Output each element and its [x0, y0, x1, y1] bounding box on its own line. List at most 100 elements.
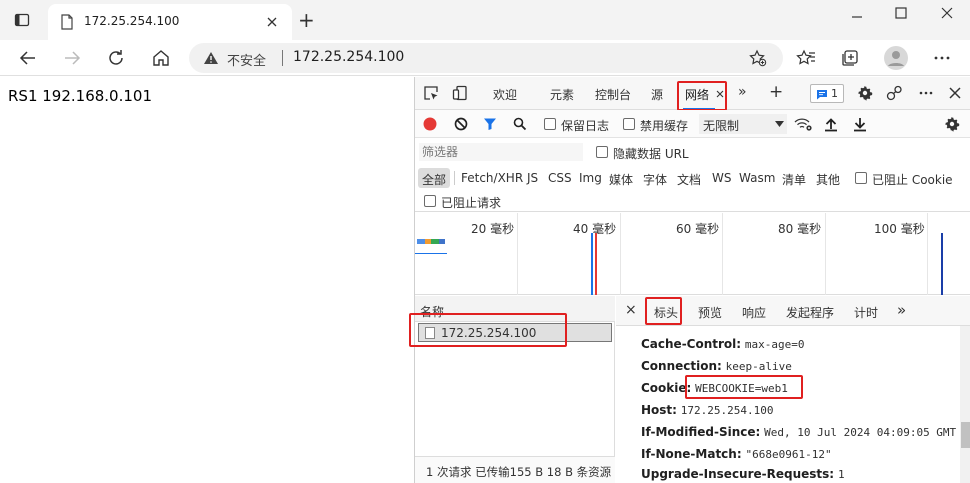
export-har-icon[interactable] [853, 116, 867, 132]
tab-response[interactable]: 响应 [742, 304, 766, 321]
throttle-select[interactable]: 无限制 [699, 114, 787, 134]
column-name-header[interactable]: 名称 [420, 303, 444, 320]
type-filter-ws[interactable]: WS [712, 171, 731, 185]
filter-input[interactable]: 筛选器 [419, 143, 583, 161]
more-details-tabs-button[interactable]: » [897, 301, 906, 319]
header-row: If-None-Match: "668e0961-12" [641, 447, 832, 461]
clear-icon[interactable] [454, 117, 468, 131]
chevron-down-icon [775, 121, 784, 127]
collections-icon[interactable] [840, 48, 860, 68]
blocked-requests-row: 已阻止请求 [415, 190, 970, 212]
timeline-overview[interactable]: 20 毫秒 40 毫秒 60 毫秒 80 毫秒 100 毫秒 [415, 213, 970, 295]
type-filter-manifest[interactable]: 清单 [782, 171, 806, 188]
type-filter-other[interactable]: 其他 [816, 171, 840, 188]
bar-segment-wait [431, 239, 439, 244]
add-favorite-icon[interactable] [749, 49, 767, 67]
record-icon[interactable] [423, 117, 437, 131]
disable-cache-checkbox[interactable] [623, 118, 635, 130]
issues-count: 1 [831, 87, 838, 100]
home-icon[interactable] [151, 48, 171, 68]
issues-badge[interactable]: 1 [810, 84, 844, 103]
filter-icon[interactable] [483, 117, 497, 131]
document-icon [425, 327, 435, 339]
type-filter-doc[interactable]: 文档 [677, 171, 701, 188]
throttle-value: 无限制 [703, 119, 740, 133]
page-body-text: RS1 192.168.0.101 [8, 87, 152, 105]
hide-data-urls-checkbox[interactable] [596, 146, 608, 158]
browser-tab[interactable]: 172.25.254.100 [48, 4, 292, 40]
requests-header: 名称 [415, 296, 615, 322]
header-value: Wed, 10 Jul 2024 04:09:05 GMT [764, 426, 957, 439]
back-icon[interactable] [18, 48, 38, 68]
network-settings-icon[interactable] [944, 116, 960, 132]
devtools-tab-bar: 欢迎 元素 控制台 源 网络 » + 1 [415, 77, 970, 111]
new-tab-button[interactable]: + [298, 10, 315, 30]
tab-sources[interactable]: 源 [651, 86, 663, 103]
connections-icon[interactable] [886, 85, 904, 101]
table-row[interactable]: 172.25.254.100 [418, 323, 612, 342]
settings-more-icon[interactable] [933, 50, 951, 66]
blocked-cookies-checkbox[interactable] [855, 172, 867, 184]
maximize-icon[interactable] [894, 6, 908, 20]
tab-initiator[interactable]: 发起程序 [786, 304, 834, 321]
close-tab-icon[interactable] [266, 16, 278, 28]
favorites-icon[interactable] [796, 48, 816, 68]
browser-toolbar: 不安全 172.25.254.100 [0, 40, 970, 76]
type-filter-js[interactable]: JS [527, 171, 538, 185]
tab-preview[interactable]: 预览 [698, 304, 722, 321]
tick-line [722, 213, 723, 295]
preserve-log-checkbox[interactable] [544, 118, 556, 130]
type-filter-all[interactable]: 全部 [422, 171, 446, 188]
type-filter-fetch-xhr[interactable]: Fetch/XHR [461, 171, 523, 185]
more-tabs-button[interactable]: » [738, 84, 747, 100]
type-filter-css[interactable]: CSS [548, 171, 572, 185]
avatar[interactable] [884, 46, 908, 70]
tab-headers[interactable]: 标头 [654, 304, 678, 321]
network-conditions-icon[interactable] [793, 116, 813, 132]
tab-network[interactable]: 网络 [679, 80, 725, 110]
type-filter-font[interactable]: 字体 [643, 171, 667, 188]
add-tab-button[interactable]: + [769, 82, 783, 102]
scrollbar-thumb[interactable] [961, 422, 970, 448]
blocked-requests-label: 已阻止请求 [441, 196, 502, 210]
close-details-button[interactable]: × [625, 302, 637, 318]
requests-status-bar: 1 次请求 已传输155 B 18 B 条资源 [415, 456, 615, 483]
more-options-icon[interactable] [918, 86, 934, 100]
header-row: Cache-Control: max-age=0 [641, 337, 805, 351]
tab-title: 172.25.254.100 [84, 14, 180, 28]
tab-timing[interactable]: 计时 [854, 304, 878, 321]
warning-icon[interactable] [203, 51, 219, 65]
tab-console[interactable]: 控制台 [595, 86, 631, 103]
header-row: Upgrade-Insecure-Requests: 1 [641, 467, 845, 481]
gear-icon[interactable] [857, 85, 873, 101]
request-waterfall-bar [417, 239, 445, 244]
minimize-icon[interactable] [850, 10, 864, 24]
close-devtools-icon[interactable] [949, 87, 961, 99]
resource-type-filters: 全部 Fetch/XHR JS CSS Img 媒体 字体 文档 WS Wasm… [415, 166, 970, 190]
close-network-tab-icon[interactable] [716, 90, 724, 98]
device-emulation-icon[interactable] [452, 85, 468, 101]
forward-icon[interactable] [62, 48, 82, 68]
tick-line [620, 213, 621, 295]
tab-welcome[interactable]: 欢迎 [493, 86, 517, 103]
tick-label: 60 毫秒 [676, 222, 720, 236]
type-filter-media[interactable]: 媒体 [609, 171, 633, 188]
network-controls: 保留日志 禁用缓存 无限制 [415, 110, 970, 138]
search-icon[interactable] [513, 117, 527, 131]
tab-elements[interactable]: 元素 [550, 86, 574, 103]
inspect-icon[interactable] [423, 85, 439, 101]
address-bar[interactable]: 不安全 172.25.254.100 [189, 43, 783, 73]
refresh-icon[interactable] [106, 48, 126, 68]
type-filter-wasm[interactable]: Wasm [739, 171, 775, 185]
details-tab-bar: × 标头 预览 响应 发起程序 计时 » [616, 296, 970, 326]
type-filter-img[interactable]: Img [579, 171, 602, 185]
tab-actions-icon[interactable] [14, 12, 30, 28]
blocked-requests-checkbox[interactable] [424, 195, 436, 207]
close-window-icon[interactable] [940, 6, 954, 20]
tick-label: 80 毫秒 [778, 222, 822, 236]
url-text[interactable]: 172.25.254.100 [293, 49, 404, 65]
tick-label: 100 毫秒 [874, 222, 925, 236]
request-waterfall-line [415, 253, 447, 254]
details-scrollbar[interactable] [960, 326, 970, 483]
import-har-icon[interactable] [824, 116, 838, 132]
